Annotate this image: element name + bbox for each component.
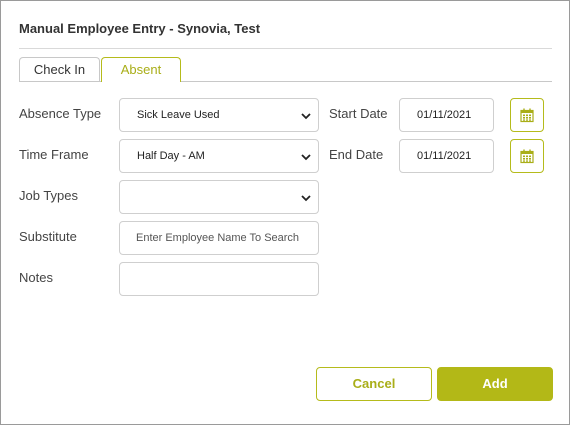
- notes-label: Notes: [19, 270, 53, 285]
- calendar-icon: [520, 108, 534, 123]
- absence-type-value: Sick Leave Used: [137, 109, 220, 121]
- calendar-icon: [520, 149, 534, 164]
- manual-entry-dialog: Manual Employee Entry - Synovia, Test Ch…: [0, 0, 570, 425]
- tabs-divider: [19, 81, 552, 82]
- chevron-down-icon: [301, 195, 311, 202]
- dialog-title: Manual Employee Entry - Synovia, Test: [19, 21, 261, 36]
- substitute-search-input[interactable]: Enter Employee Name To Search: [119, 221, 319, 255]
- start-date-value: 01/11/2021: [417, 109, 472, 121]
- cancel-button[interactable]: Cancel: [316, 367, 432, 401]
- tab-absent[interactable]: Absent: [101, 57, 181, 82]
- chevron-down-icon: [301, 154, 311, 161]
- job-types-label: Job Types: [19, 188, 79, 203]
- time-frame-value: Half Day - AM: [137, 150, 205, 162]
- time-frame-select[interactable]: Half Day - AM: [119, 139, 319, 173]
- time-frame-label: Time Frame: [19, 147, 89, 162]
- end-date-input[interactable]: 01/11/2021: [399, 139, 494, 173]
- title-divider: [19, 48, 552, 49]
- end-date-label: End Date: [329, 147, 384, 162]
- absence-type-label: Absence Type: [19, 106, 102, 121]
- start-date-input[interactable]: 01/11/2021: [399, 98, 494, 132]
- start-date-calendar-button[interactable]: [510, 98, 544, 132]
- absence-type-select[interactable]: Sick Leave Used: [119, 98, 319, 132]
- start-date-label: Start Date: [329, 106, 388, 121]
- end-date-calendar-button[interactable]: [510, 139, 544, 173]
- notes-input[interactable]: [119, 262, 319, 296]
- end-date-value: 01/11/2021: [417, 150, 472, 162]
- substitute-label: Substitute: [19, 229, 77, 244]
- substitute-placeholder: Enter Employee Name To Search: [136, 232, 300, 244]
- job-types-select[interactable]: [119, 180, 319, 214]
- add-button[interactable]: Add: [437, 367, 553, 401]
- chevron-down-icon: [301, 113, 311, 120]
- tab-check-in[interactable]: Check In: [19, 57, 100, 81]
